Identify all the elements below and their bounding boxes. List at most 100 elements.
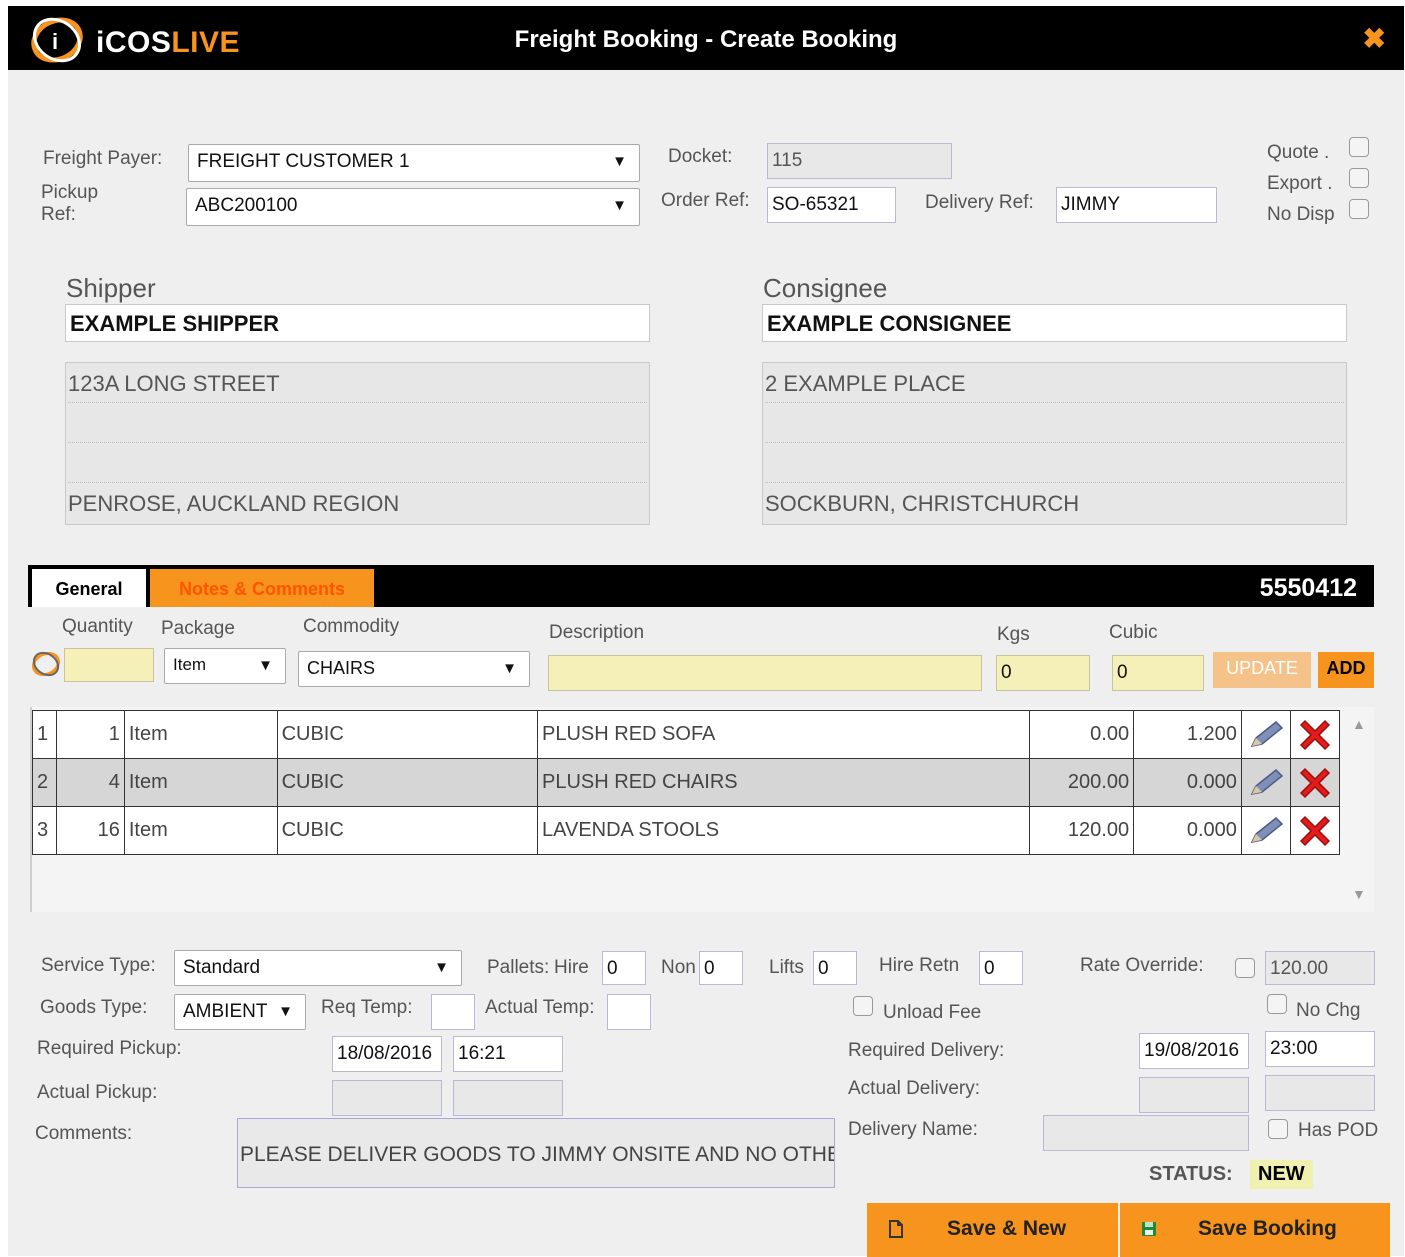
- delete-cell: [1289, 758, 1341, 807]
- actual-temp-label: Actual Temp:: [485, 997, 595, 1018]
- package-select[interactable]: Item ▼: [164, 648, 286, 684]
- shipper-title: Shipper: [66, 273, 156, 303]
- freight-payer-select[interactable]: FREIGHT CUSTOMER 1 ▼: [188, 144, 640, 182]
- pickup-ref-value: ABC200100: [195, 195, 298, 216]
- actual-pickup-date[interactable]: [332, 1080, 442, 1116]
- table-row[interactable]: 1 1 Item CUBIC PLUSH RED SOFA 0.00 1.200: [32, 710, 1341, 759]
- scroll-up-icon[interactable]: ▲: [1352, 716, 1366, 732]
- delivery-name-field[interactable]: [1043, 1115, 1249, 1151]
- actual-pickup-time[interactable]: [453, 1080, 563, 1116]
- goods-type-select[interactable]: AMBIENT ▼: [174, 994, 306, 1030]
- actual-temp-field[interactable]: [607, 994, 651, 1030]
- item-lookup-icon[interactable]: [30, 648, 62, 680]
- table-row[interactable]: 2 4 Item CUBIC PLUSH RED CHAIRS 200.00 0.000: [32, 758, 1341, 807]
- shipper-address-line-2[interactable]: [68, 403, 647, 443]
- non-label: Non: [661, 957, 696, 978]
- dropdown-arrow-icon: ▼: [278, 1003, 293, 1020]
- tab-general[interactable]: General: [32, 569, 146, 607]
- table-row[interactable]: 3 16 Item CUBIC LAVENDA STOOLS 120.00 0.000: [32, 806, 1341, 855]
- window-title: Freight Booking - Create Booking: [514, 26, 898, 53]
- service-type-label: Service Type:: [41, 955, 156, 976]
- shipper-name-field[interactable]: EXAMPLE SHIPPER: [65, 304, 650, 342]
- new-document-icon: [889, 1220, 903, 1238]
- shipper-address-line-3[interactable]: [68, 443, 647, 483]
- update-button[interactable]: UPDATE: [1213, 652, 1311, 688]
- save-disk-icon: [1142, 1222, 1156, 1236]
- required-pickup-time[interactable]: 16:21: [453, 1036, 563, 1072]
- row-number: 2: [32, 758, 57, 807]
- pickup-ref-select[interactable]: ABC200100 ▼: [186, 188, 640, 226]
- shipper-address-line-1[interactable]: 123A LONG STREET: [68, 363, 647, 403]
- comments-field[interactable]: PLEASE DELIVER GOODS TO JIMMY ONSITE AND…: [237, 1118, 835, 1188]
- description-input[interactable]: [548, 655, 982, 691]
- delivery-name-label: Delivery Name:: [848, 1119, 978, 1140]
- service-type-select[interactable]: Standard ▼: [174, 950, 462, 986]
- pencil-icon[interactable]: [1246, 816, 1286, 846]
- no-disp-checkbox[interactable]: [1349, 199, 1369, 219]
- cubic-cell: 1.200: [1133, 710, 1242, 759]
- delete-icon[interactable]: [1295, 715, 1335, 755]
- save-new-button[interactable]: Save & New: [867, 1203, 1118, 1257]
- lifts-field[interactable]: 0: [813, 951, 857, 985]
- non-field[interactable]: 0: [699, 951, 743, 985]
- delete-icon[interactable]: [1295, 811, 1335, 851]
- add-button[interactable]: ADD: [1318, 652, 1374, 688]
- cubic-input[interactable]: 0: [1112, 655, 1204, 691]
- rate-override-field[interactable]: 120.00: [1265, 951, 1375, 985]
- shipper-address-line-4[interactable]: PENROSE, AUCKLAND REGION: [68, 483, 647, 523]
- lifts-label: Lifts: [769, 957, 804, 978]
- consignee-address-line-2[interactable]: [765, 403, 1344, 443]
- scroll-down-icon[interactable]: ▼: [1352, 886, 1366, 902]
- has-pod-checkbox[interactable]: [1268, 1119, 1288, 1139]
- kgs-label: Kgs: [997, 624, 1030, 645]
- required-pickup-label: Required Pickup:: [37, 1038, 182, 1059]
- req-temp-field[interactable]: [431, 994, 475, 1030]
- consignee-address-line-4[interactable]: SOCKBURN, CHRISTCHURCH: [765, 483, 1344, 523]
- export-label: Export .: [1267, 173, 1333, 194]
- qty-cell: 16: [55, 806, 125, 855]
- required-pickup-date[interactable]: 18/08/2016: [332, 1036, 442, 1072]
- cubic-cell: 0.000: [1133, 758, 1242, 807]
- no-chg-checkbox[interactable]: [1267, 994, 1287, 1014]
- order-ref-field[interactable]: SO-65321: [767, 187, 896, 223]
- rate-override-checkbox[interactable]: [1235, 958, 1255, 978]
- quantity-label: Quantity: [62, 616, 133, 637]
- consignee-address-line-1[interactable]: 2 EXAMPLE PLACE: [765, 363, 1344, 403]
- commodity-cell: CUBIC: [276, 710, 539, 759]
- package-cell: Item: [123, 710, 278, 759]
- required-delivery-date[interactable]: 19/08/2016: [1139, 1033, 1249, 1069]
- quote-checkbox[interactable]: [1349, 137, 1369, 157]
- hire-field[interactable]: 0: [602, 951, 646, 985]
- description-cell: PLUSH RED SOFA: [537, 710, 1031, 759]
- required-delivery-label: Required Delivery:: [848, 1040, 1005, 1061]
- docket-field[interactable]: 115: [767, 143, 952, 179]
- required-delivery-time[interactable]: 23:00: [1265, 1031, 1375, 1067]
- kgs-input[interactable]: 0: [996, 655, 1090, 691]
- description-cell: PLUSH RED CHAIRS: [537, 758, 1031, 807]
- hire-retn-field[interactable]: 0: [979, 951, 1023, 985]
- package-cell: Item: [123, 758, 278, 807]
- commodity-label: Commodity: [303, 616, 400, 637]
- actual-delivery-time[interactable]: [1265, 1075, 1375, 1111]
- pencil-icon[interactable]: [1246, 720, 1286, 750]
- save-booking-button[interactable]: Save Booking: [1120, 1203, 1390, 1257]
- commodity-cell: CUBIC: [276, 806, 539, 855]
- delivery-ref-field[interactable]: JIMMY: [1056, 187, 1217, 223]
- unload-fee-checkbox[interactable]: [853, 996, 873, 1016]
- pencil-icon[interactable]: [1246, 768, 1286, 798]
- shipper-address-box: 123A LONG STREET PENROSE, AUCKLAND REGIO…: [65, 362, 650, 525]
- actual-delivery-date[interactable]: [1139, 1077, 1249, 1113]
- consignee-name-field[interactable]: EXAMPLE CONSIGNEE: [762, 304, 1347, 342]
- hire-retn-label: Hire Retn: [879, 955, 960, 976]
- tab-notes-comments[interactable]: Notes & Comments: [150, 569, 374, 607]
- delivery-ref-label: Delivery Ref:: [925, 192, 1034, 213]
- commodity-select[interactable]: CHAIRS ▼: [298, 651, 530, 687]
- delete-cell: [1289, 710, 1341, 759]
- quantity-input[interactable]: [64, 648, 154, 682]
- delete-icon[interactable]: [1295, 763, 1335, 803]
- export-checkbox[interactable]: [1349, 168, 1369, 188]
- close-icon[interactable]: ✖: [1363, 22, 1386, 55]
- delete-cell: [1289, 806, 1341, 855]
- goods-type-value: AMBIENT: [183, 1001, 268, 1022]
- consignee-address-line-3[interactable]: [765, 443, 1344, 483]
